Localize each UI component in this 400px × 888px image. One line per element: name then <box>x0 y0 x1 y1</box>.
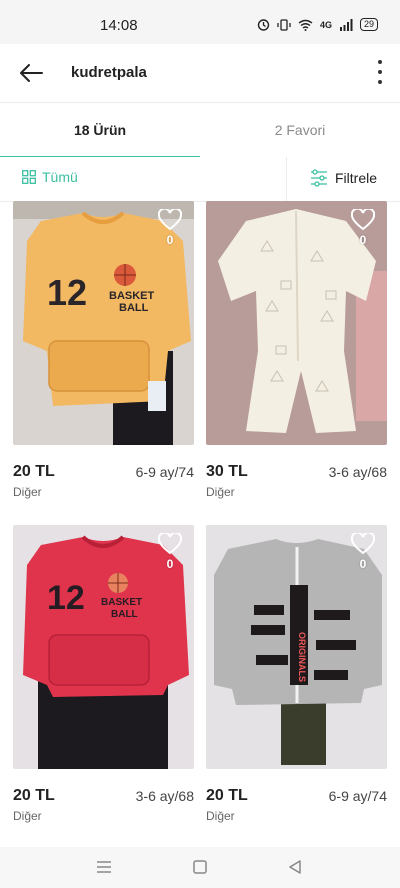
wifi-icon <box>298 19 313 31</box>
product-price: 30 TL <box>206 463 248 480</box>
signal-icon <box>339 18 353 31</box>
back-triangle-icon <box>289 860 301 874</box>
alarm-icon <box>257 19 270 31</box>
status-time: 14:08 <box>100 17 138 34</box>
product-card[interactable]: 12 BASKET BALL 0 20 TL 6-9 ay/74 Diğer <box>13 201 194 499</box>
favorite-count: 0 <box>166 233 174 247</box>
battery-icon: 29 <box>359 18 378 31</box>
network-label: 4G <box>319 19 332 30</box>
svg-text:BALL: BALL <box>119 302 149 314</box>
favorite-button[interactable]: 0 <box>157 209 183 247</box>
vibrate-icon <box>277 18 291 31</box>
filter-bar: Tümü Filtrele <box>0 157 400 202</box>
system-nav-bar <box>0 847 400 888</box>
back-nav-button[interactable] <box>280 855 310 879</box>
svg-text:BASKET: BASKET <box>109 290 155 302</box>
favorite-count: 0 <box>166 557 174 571</box>
back-arrow-icon <box>20 64 43 82</box>
menu-nav-button[interactable] <box>89 855 119 879</box>
product-price: 20 TL <box>13 463 55 480</box>
tab-products[interactable]: 18 Ürün <box>0 103 200 157</box>
all-label: Tümü <box>42 169 78 185</box>
status-icons: 4G 29 <box>257 18 378 31</box>
product-card[interactable]: 0 30 TL 3-6 ay/68 Diğer <box>206 201 387 499</box>
product-brand: Diğer <box>13 485 42 499</box>
heart-icon <box>158 209 182 231</box>
more-options-button[interactable] <box>374 60 386 84</box>
status-bar: 14:08 4G 29 <box>0 0 400 44</box>
svg-text:BALL: BALL <box>111 609 138 620</box>
profile-tabs: 18 Ürün 2 Favori <box>0 102 400 158</box>
app-header: kudretpala <box>0 44 400 102</box>
page-title: kudretpala <box>71 64 147 81</box>
svg-text:BASKET: BASKET <box>101 597 142 608</box>
product-card[interactable]: 12 BASKET BALL 0 20 TL 3-6 ay/68 Diğer <box>13 525 194 823</box>
product-brand: Diğer <box>206 485 235 499</box>
heart-icon <box>351 209 375 231</box>
product-image[interactable]: 12 BASKET BALL 0 <box>13 201 194 445</box>
filter-label: Filtrele <box>335 170 378 186</box>
more-dot-icon <box>378 70 382 74</box>
favorite-button[interactable]: 0 <box>350 209 376 247</box>
grid-icon <box>22 170 36 184</box>
heart-icon <box>158 533 182 555</box>
svg-text:12: 12 <box>47 272 87 313</box>
back-button[interactable] <box>18 61 44 85</box>
favorite-button[interactable]: 0 <box>157 533 183 571</box>
favorite-count: 0 <box>359 233 367 247</box>
product-size: 3-6 ay/68 <box>135 788 194 804</box>
more-dot-icon <box>378 80 382 84</box>
favorite-count: 0 <box>359 557 367 571</box>
svg-text:ORIGINALS: ORIGINALS <box>297 632 307 682</box>
home-nav-button[interactable] <box>185 855 215 879</box>
heart-icon <box>351 533 375 555</box>
filter-button[interactable]: Filtrele <box>310 169 377 187</box>
favorite-button[interactable]: 0 <box>350 533 376 571</box>
product-brand: Diğer <box>13 809 42 823</box>
product-size: 6-9 ay/74 <box>135 464 194 480</box>
product-image[interactable]: 0 <box>206 201 387 445</box>
product-image[interactable]: 12 BASKET BALL 0 <box>13 525 194 769</box>
divider <box>286 157 287 201</box>
svg-text:12: 12 <box>47 579 85 617</box>
product-grid: 12 BASKET BALL 0 20 TL 6-9 ay/74 Diğer 0… <box>0 201 400 847</box>
product-brand: Diğer <box>206 809 235 823</box>
product-card[interactable]: ORIGINALS 0 20 TL 6-9 ay/74 Diğer <box>206 525 387 823</box>
menu-icon <box>97 861 111 873</box>
product-image[interactable]: ORIGINALS 0 <box>206 525 387 769</box>
product-price: 20 TL <box>206 787 248 804</box>
all-button[interactable]: Tümü <box>22 169 78 185</box>
more-dot-icon <box>378 60 382 64</box>
home-square-icon <box>193 860 207 874</box>
product-price: 20 TL <box>13 787 55 804</box>
tab-favorites[interactable]: 2 Favori <box>200 103 400 157</box>
sliders-icon <box>311 169 327 187</box>
product-size: 6-9 ay/74 <box>328 788 387 804</box>
product-size: 3-6 ay/68 <box>328 464 387 480</box>
